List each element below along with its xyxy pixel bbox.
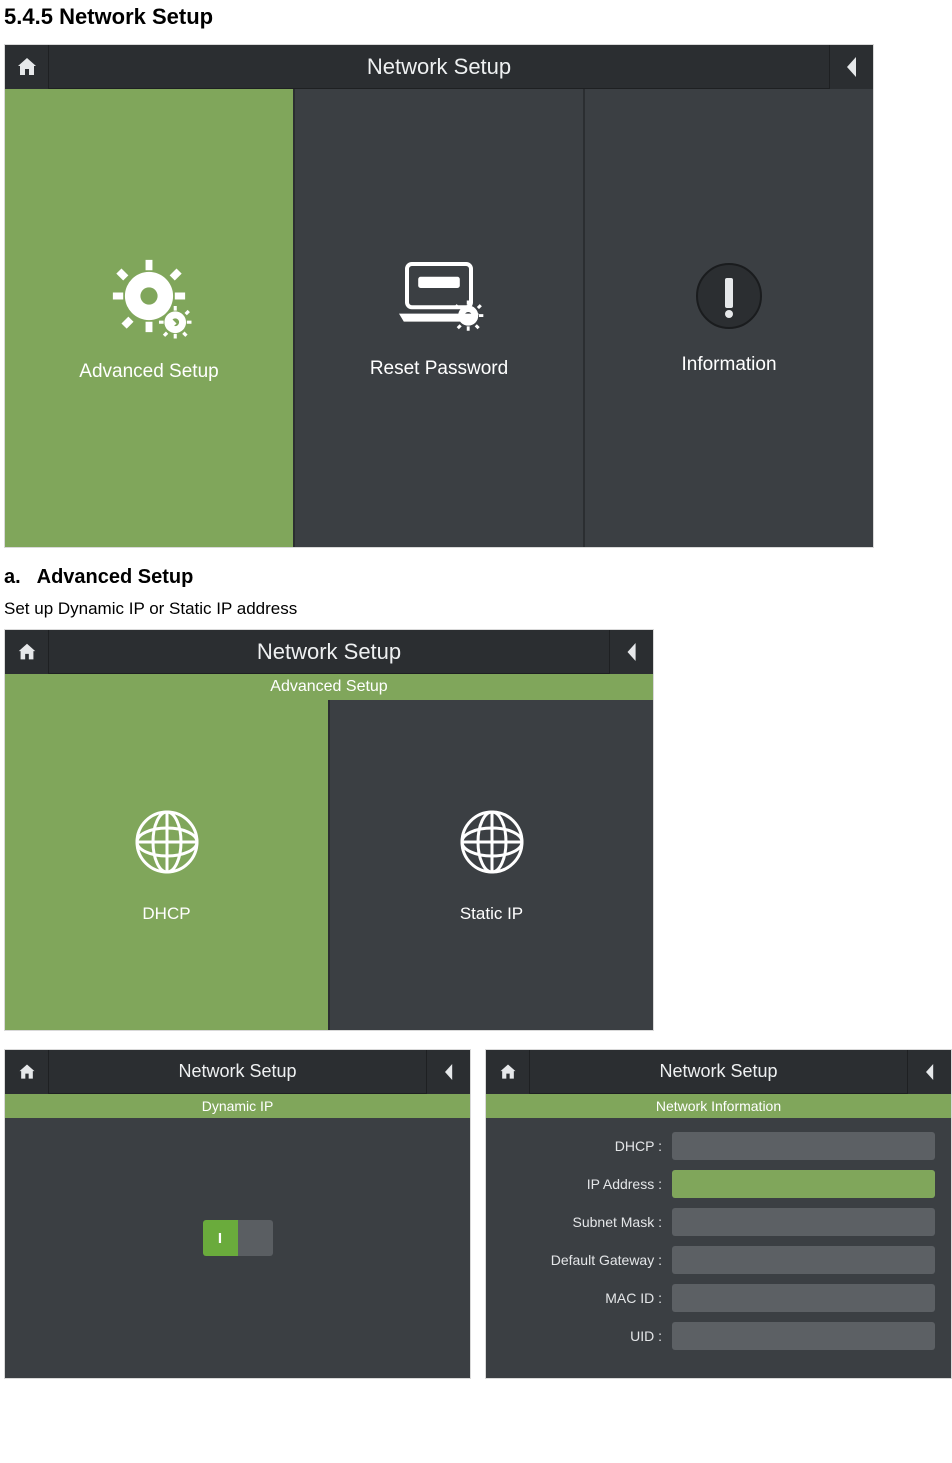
chevron-left-icon xyxy=(441,1061,457,1083)
form-row-ip-address: IP Address : xyxy=(502,1170,935,1198)
tile-advanced-setup[interactable]: Advanced Setup xyxy=(5,89,295,547)
form-row-default-gateway: Default Gateway : xyxy=(502,1246,935,1274)
default-gateway-field[interactable] xyxy=(672,1246,935,1274)
toggle-area: I xyxy=(5,1118,470,1358)
form-label: Subnet Mask : xyxy=(502,1214,662,1230)
panel-subtitle: Network Information xyxy=(486,1094,951,1118)
form-row-subnet-mask: Subnet Mask : xyxy=(502,1208,935,1236)
tile-dhcp[interactable]: DHCP xyxy=(5,700,330,1030)
tile-reset-password[interactable]: Reset Password xyxy=(295,89,585,547)
advanced-setup-panel: Network Setup Advanced Setup DHCP Static… xyxy=(4,629,654,1031)
form-row-mac-id: MAC ID : xyxy=(502,1284,935,1312)
tile-label: Reset Password xyxy=(370,358,508,380)
home-button[interactable] xyxy=(5,1050,49,1094)
panel-header: Network Setup xyxy=(5,45,873,89)
panel-title: Network Setup xyxy=(530,1061,907,1082)
home-icon xyxy=(498,1062,518,1082)
small-panels-row: Network Setup Dynamic IP I Network Setup xyxy=(4,1049,952,1379)
panel-title: Network Setup xyxy=(49,1061,426,1082)
info-icon xyxy=(693,260,765,332)
laptop-gear-icon xyxy=(391,256,487,336)
tile-label: Static IP xyxy=(460,904,523,924)
chevron-left-icon xyxy=(842,54,862,80)
home-button[interactable] xyxy=(486,1050,530,1094)
form-row-uid: UID : xyxy=(502,1322,935,1350)
tile-label: Advanced Setup xyxy=(79,361,218,383)
form-label: IP Address : xyxy=(502,1176,662,1192)
dynamic-ip-panel: Network Setup Dynamic IP I xyxy=(4,1049,471,1379)
panel-subtitle: Dynamic IP xyxy=(5,1094,470,1118)
network-setup-panel: Network Setup Advanced Setup Reset Passw… xyxy=(4,44,874,548)
form-area: DHCP : IP Address : Subnet Mask : Defaul… xyxy=(486,1118,951,1378)
home-icon xyxy=(17,1062,37,1082)
section-number: 5.4.5 xyxy=(4,4,53,29)
panel-header: Network Setup xyxy=(5,630,653,674)
tile-static-ip[interactable]: Static IP xyxy=(330,700,653,1030)
gear-icon xyxy=(106,253,192,339)
section-title: Network Setup xyxy=(59,4,213,29)
subsection-marker: a. xyxy=(4,566,21,588)
subsection-title: Advanced Setup xyxy=(37,566,194,588)
back-button[interactable] xyxy=(609,630,653,674)
panel-subtitle: Advanced Setup xyxy=(5,674,653,700)
globe-icon xyxy=(131,806,203,878)
uid-field[interactable] xyxy=(672,1322,935,1350)
form-label: Default Gateway : xyxy=(502,1252,662,1268)
form-row-dhcp: DHCP : xyxy=(502,1132,935,1160)
panel-title: Network Setup xyxy=(49,54,829,80)
subnet-mask-field[interactable] xyxy=(672,1208,935,1236)
tile-label: DHCP xyxy=(142,904,190,924)
home-icon xyxy=(15,55,39,79)
tiles-row: Advanced Setup Reset Password Informatio… xyxy=(5,89,873,547)
network-information-panel: Network Setup Network Information DHCP :… xyxy=(485,1049,952,1379)
home-button[interactable] xyxy=(5,45,49,89)
tile-label: Information xyxy=(681,354,776,376)
back-button[interactable] xyxy=(829,45,873,89)
back-button[interactable] xyxy=(426,1050,470,1094)
section-heading: 5.4.5 Network Setup xyxy=(4,4,952,30)
toggle-off-side xyxy=(238,1220,273,1256)
dhcp-field[interactable] xyxy=(672,1132,935,1160)
dynamic-ip-toggle[interactable]: I xyxy=(203,1220,273,1256)
home-icon xyxy=(16,641,38,663)
panel-title: Network Setup xyxy=(49,639,609,665)
mac-id-field[interactable] xyxy=(672,1284,935,1312)
tile-information[interactable]: Information xyxy=(585,89,873,547)
globe-icon xyxy=(456,806,528,878)
back-button[interactable] xyxy=(907,1050,951,1094)
form-label: DHCP : xyxy=(502,1138,662,1154)
panel-header: Network Setup xyxy=(486,1050,951,1094)
chevron-left-icon xyxy=(922,1061,938,1083)
tiles-row: DHCP Static IP xyxy=(5,700,653,1030)
panel-header: Network Setup xyxy=(5,1050,470,1094)
form-label: MAC ID : xyxy=(502,1290,662,1306)
form-label: UID : xyxy=(502,1328,662,1344)
chevron-left-icon xyxy=(623,640,641,664)
ip-address-field[interactable] xyxy=(672,1170,935,1198)
home-button[interactable] xyxy=(5,630,49,674)
toggle-on-label: I xyxy=(203,1220,238,1256)
subsection-body: Set up Dynamic IP or Static IP address xyxy=(4,599,952,619)
subsection-heading: a. Advanced Setup xyxy=(4,566,952,589)
